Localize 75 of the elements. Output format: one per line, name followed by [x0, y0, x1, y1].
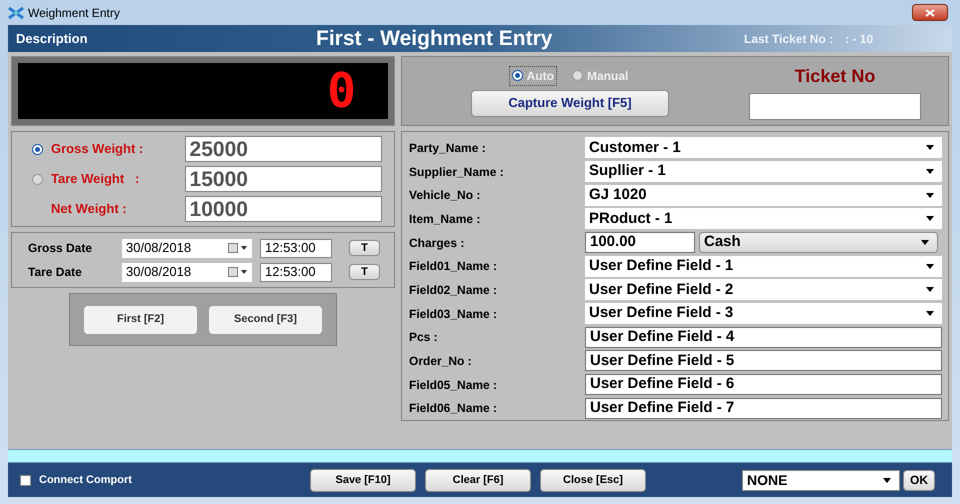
input-field[interactable]: User Define Field - 6 [585, 374, 942, 396]
last-ticket-value: : - 10 [845, 30, 874, 48]
footer-button[interactable]: Clear [F6] [425, 468, 531, 492]
close-button[interactable] [912, 4, 948, 21]
radio-button[interactable] [572, 70, 583, 81]
dropdown-arrow-icon [926, 192, 934, 198]
date-picker[interactable]: 30/08/2018 [122, 238, 252, 258]
description-label: Description [16, 30, 89, 48]
footer-button[interactable]: Save [F10] [310, 468, 416, 492]
time-field[interactable]: 12:53:00 [260, 238, 332, 258]
field-label: Field06_Name : [408, 400, 498, 418]
dropdown-field[interactable]: User Define Field - 3 [585, 303, 942, 324]
time-button[interactable]: T [349, 240, 380, 256]
time-field[interactable]: 12:53:00 [260, 262, 332, 282]
footer-button[interactable]: Close [Esc] [540, 468, 646, 492]
ok-button[interactable]: OK [903, 470, 935, 490]
window-title: Weighment Entry [28, 4, 120, 22]
entry-button[interactable]: First [F2] [84, 306, 197, 334]
date-label: Gross Date [28, 240, 94, 257]
dropdown-arrow-icon [926, 169, 934, 174]
radio-button[interactable] [32, 174, 43, 184]
weight-label: Net Weight : [51, 200, 127, 218]
field-label: Pcs : [408, 329, 439, 346]
dropdown-arrow-icon [926, 311, 934, 316]
dropdown-field[interactable]: User Define Field - 2 [585, 279, 942, 300]
ticket-label: Ticket No [794, 64, 876, 88]
dropdown-arrow-icon [921, 240, 929, 246]
time-button[interactable]: T [349, 264, 380, 280]
field-label: Field03_Name : [408, 306, 498, 323]
dropdown-arrow-icon [926, 145, 934, 150]
dropdown-arrow-icon [926, 264, 934, 269]
dropdown-field[interactable]: Supllier - 1 [585, 161, 942, 182]
weight-label: Gross Weight : [51, 140, 144, 158]
field-label: Item_Name : [408, 210, 482, 228]
dropdown-arrow-icon [926, 216, 934, 222]
field-label: Field02_Name : [408, 282, 498, 299]
dropdown-field[interactable]: GJ 1020 [585, 184, 942, 206]
port-dropdown[interactable]: NONE [742, 470, 900, 490]
calendar-icon [228, 267, 248, 277]
dropdown-field[interactable]: Customer - 1 [585, 137, 942, 158]
charges-field[interactable]: 100.00 [585, 232, 695, 254]
input-field[interactable]: User Define Field - 5 [585, 350, 942, 372]
capture-weight-button[interactable]: Capture Weight [F5] [471, 90, 669, 116]
app-icon [8, 6, 24, 20]
dropdown-field[interactable]: User Define Field - 1 [585, 256, 942, 277]
dropdown-arrow-icon [926, 287, 934, 292]
field-label: Party_Name : [408, 140, 487, 157]
field-label: Vehicle_No : [408, 187, 482, 204]
weight-field[interactable]: 25000 [184, 136, 382, 162]
date-label: Tare Date [28, 264, 83, 281]
ticket-field[interactable] [749, 92, 921, 120]
weight-label: Tare Weight : [51, 170, 140, 188]
field-label: Field01_Name : [408, 258, 498, 276]
radio-button[interactable] [32, 144, 43, 154]
payment-dropdown[interactable]: Cash [699, 232, 938, 254]
radio-button[interactable] [512, 70, 523, 81]
last-ticket-label: Last Ticket No : [744, 30, 834, 48]
calendar-icon [228, 243, 248, 253]
date-picker[interactable]: 30/08/2018 [122, 262, 252, 282]
input-field[interactable]: User Define Field - 4 [585, 326, 942, 348]
dropdown-field[interactable]: PRoduct - 1 [585, 208, 942, 230]
field-label: Supplier_Name : [408, 164, 505, 180]
entry-button[interactable]: Second [F3] [209, 306, 322, 334]
comport-label: Connect Comport [39, 472, 132, 488]
weight-field[interactable]: 10000 [184, 196, 382, 222]
close-icon [925, 8, 935, 16]
weight-reading: 0 [327, 67, 356, 115]
input-field[interactable]: User Define Field - 7 [585, 398, 942, 419]
field-label: Order_No : [408, 352, 473, 370]
field-label: Field05_Name : [408, 376, 498, 394]
checkbox[interactable] [20, 474, 31, 486]
dropdown-arrow-icon [883, 478, 891, 482]
page-title: First - Weighment Entry [316, 26, 554, 52]
field-label: Charges : [408, 234, 466, 252]
weight-field[interactable]: 15000 [184, 166, 382, 192]
